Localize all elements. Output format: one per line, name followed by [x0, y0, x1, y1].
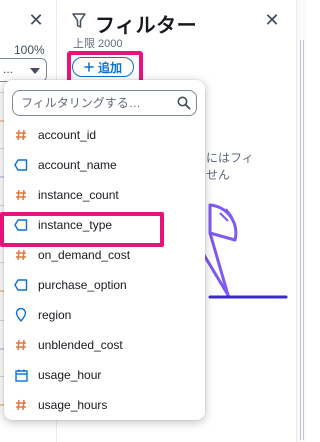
hash-icon [14, 338, 28, 352]
list-item-label: unblended_cost [38, 338, 123, 352]
filter-funnel-icon [72, 13, 86, 28]
string-tag-icon [14, 158, 28, 172]
list-item-label: on_demand_cost [38, 248, 131, 262]
zoom-level: 100% [14, 43, 45, 57]
plus-icon [84, 62, 94, 72]
list-item-label: usage_hours [38, 398, 108, 412]
list-item-label: usage_hour [38, 368, 102, 382]
right-edge-frame [300, 40, 304, 440]
add-filter-button[interactable]: 追加 [72, 57, 134, 77]
caret-down-icon [30, 68, 40, 74]
list-item-on-demand-cost[interactable]: on_demand_cost [4, 240, 205, 270]
list-item-instance-count[interactable]: instance_count [4, 180, 205, 210]
hash-icon [14, 248, 28, 262]
list-item-label: account_name [38, 158, 117, 172]
list-item-usage-hour[interactable]: usage_hour [4, 360, 205, 390]
field-list: account_id account_name instance_count i… [0, 120, 205, 420]
empty-state-illustration-icon [193, 203, 288, 299]
list-item-purchase-option[interactable]: purchase_option [4, 270, 205, 300]
empty-state-text: にはフィ せん [206, 150, 276, 184]
hash-icon [14, 128, 28, 142]
add-button-label: 追加 [97, 60, 122, 75]
calendar-icon [14, 368, 28, 382]
list-item-label: purchase_option [38, 278, 127, 292]
empty-state-line: にはフィ [206, 151, 254, 165]
zoom-select-value: ... [3, 62, 14, 76]
field-dropdown: account_id account_name instance_count i… [0, 80, 205, 420]
panel-title: フィルター [95, 15, 198, 37]
search-input[interactable] [21, 94, 171, 112]
list-item-label: account_id [38, 128, 97, 142]
left-close-icon[interactable]: ✕ [28, 11, 44, 29]
close-icon[interactable]: ✕ [264, 11, 280, 29]
string-tag-icon [14, 278, 28, 292]
list-item-account-id[interactable]: account_id [4, 120, 205, 150]
list-item-unblended-cost[interactable]: unblended_cost [4, 330, 205, 360]
list-item-usage-hours[interactable]: usage_hours [4, 390, 205, 420]
list-item-instance-type[interactable]: instance_type [0, 210, 205, 247]
list-item-label: instance_count [38, 188, 119, 202]
hash-icon [14, 398, 28, 412]
list-item-region[interactable]: region [4, 300, 205, 330]
filter-limit-text: 上限 2000 [73, 38, 123, 50]
empty-state-line: せん [206, 168, 231, 182]
list-item-label: region [38, 308, 72, 322]
search-box[interactable] [12, 90, 197, 116]
hash-icon [14, 188, 28, 202]
location-pin-icon [14, 308, 28, 322]
zoom-select[interactable]: ... [0, 58, 47, 82]
list-item-account-name[interactable]: account_name [4, 150, 205, 180]
search-icon [177, 96, 191, 110]
